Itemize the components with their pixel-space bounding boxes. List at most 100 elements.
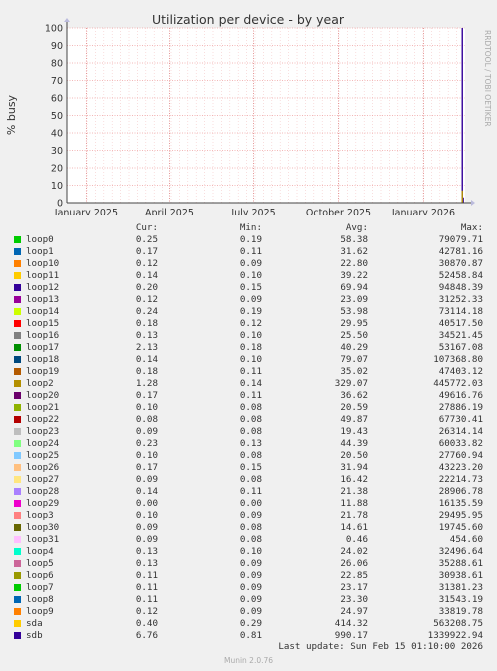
legend-min-value: 0.81 xyxy=(239,630,262,641)
legend-max-value: 79079.71 xyxy=(438,234,483,245)
legend-swatch xyxy=(14,284,21,291)
legend-avg-value: 44.39 xyxy=(340,438,368,449)
legend-avg-value: 24.02 xyxy=(340,546,368,557)
x-tick-label: April 2025 xyxy=(145,208,194,215)
header-max: Max: xyxy=(460,222,483,233)
y-tick-label: 40 xyxy=(51,129,63,140)
legend-cur-value: 0.25 xyxy=(135,234,158,245)
legend-swatch xyxy=(14,572,21,579)
legend-row: loop10 0.12 0.09 22.80 30870.87 xyxy=(0,258,497,270)
legend-max-value: 563208.75 xyxy=(433,618,483,629)
legend-series-name: loop5 xyxy=(26,558,54,569)
legend-max-value: 107368.80 xyxy=(433,354,483,365)
legend-min-value: 0.11 xyxy=(239,366,262,377)
legend-row: loop26 0.17 0.15 31.94 43223.20 xyxy=(0,462,497,474)
legend-min-value: 0.09 xyxy=(239,558,262,569)
legend-swatch xyxy=(14,500,21,507)
legend-min-value: 0.09 xyxy=(239,606,262,617)
header-min: Min: xyxy=(239,222,262,233)
legend-cur-value: 0.12 xyxy=(135,258,158,269)
legend-series-name: loop28 xyxy=(26,486,60,497)
legend-min-value: 0.14 xyxy=(239,378,262,389)
legend-cur-value: 0.09 xyxy=(135,474,158,485)
legend-row: loop25 0.10 0.08 20.50 27760.94 xyxy=(0,450,497,462)
legend-cur-value: 0.17 xyxy=(135,390,158,401)
legend-min-value: 0.15 xyxy=(239,462,262,473)
legend-min-value: 0.08 xyxy=(239,426,262,437)
legend-cur-value: 0.11 xyxy=(135,570,158,581)
legend-max-value: 29495.95 xyxy=(438,510,483,521)
legend-swatch xyxy=(14,452,21,459)
legend-series-name: loop17 xyxy=(26,342,60,353)
legend-row: loop2 1.28 0.14 329.07 445772.03 xyxy=(0,378,497,390)
legend-row: loop7 0.11 0.09 23.17 31381.23 xyxy=(0,582,497,594)
legend-series-name: loop18 xyxy=(26,354,60,365)
legend-avg-value: 58.38 xyxy=(340,234,368,245)
legend-cur-value: 0.11 xyxy=(135,594,158,605)
x-axis-arrow xyxy=(471,200,475,206)
legend-max-value: 19745.60 xyxy=(438,522,483,533)
legend-row: loop14 0.24 0.19 53.98 73114.18 xyxy=(0,306,497,318)
legend-swatch xyxy=(14,608,21,615)
legend-avg-value: 35.02 xyxy=(340,366,368,377)
legend-series-name: loop23 xyxy=(26,426,60,437)
legend-cur-value: 0.10 xyxy=(135,450,158,461)
munin-watermark: Munin 2.0.76 xyxy=(223,656,274,665)
legend-avg-value: 20.50 xyxy=(340,450,368,461)
legend-row: loop19 0.18 0.11 35.02 47403.12 xyxy=(0,366,497,378)
legend-series-name: loop19 xyxy=(26,366,60,377)
legend-max-value: 28906.78 xyxy=(438,486,483,497)
last-update: Last update: Sun Feb 15 01:10:00 2026 xyxy=(278,641,483,652)
legend-swatch xyxy=(14,548,21,555)
legend-swatch xyxy=(14,248,21,255)
legend-max-value: 445772.03 xyxy=(433,378,483,389)
legend-max-value: 35288.61 xyxy=(438,558,483,569)
legend-swatch xyxy=(14,392,21,399)
chart-title: Utilization per device - by year xyxy=(152,12,345,27)
legend-series-name: loop0 xyxy=(26,234,54,245)
legend-row: sda 0.40 0.29 414.32 563208.75 xyxy=(0,618,497,630)
y-tick-label: 90 xyxy=(51,41,63,52)
legend-cur-value: 0.08 xyxy=(135,414,158,425)
legend-swatch xyxy=(14,368,21,375)
legend-row: loop28 0.14 0.11 21.38 28906.78 xyxy=(0,486,497,498)
legend-swatch xyxy=(14,596,21,603)
legend-row: loop12 0.20 0.15 69.94 94848.39 xyxy=(0,282,497,294)
legend-avg-value: 22.85 xyxy=(340,570,368,581)
legend-avg-value: 23.30 xyxy=(340,594,368,605)
legend-series-name: loop14 xyxy=(26,306,60,317)
legend-series-name: loop31 xyxy=(26,534,60,545)
legend-cur-value: 0.18 xyxy=(135,366,158,377)
legend-avg-value: 53.98 xyxy=(340,306,368,317)
x-tick-label: January 2026 xyxy=(391,208,455,215)
legend-swatch xyxy=(14,560,21,567)
legend-row: loop5 0.13 0.09 26.06 35288.61 xyxy=(0,558,497,570)
legend-max-value: 60033.82 xyxy=(438,438,483,449)
legend-avg-value: 26.06 xyxy=(340,558,368,569)
legend-series-name: loop1 xyxy=(26,246,54,257)
legend-row: loop15 0.18 0.12 29.95 40517.50 xyxy=(0,318,497,330)
legend-max-value: 42781.16 xyxy=(438,246,483,257)
legend-max-value: 30870.87 xyxy=(438,258,483,269)
legend-series-name: loop20 xyxy=(26,390,60,401)
legend-avg-value: 414.32 xyxy=(334,618,368,629)
legend-row: loop1 0.17 0.11 31.62 42781.16 xyxy=(0,246,497,258)
legend-min-value: 0.10 xyxy=(239,270,262,281)
legend-series-name: loop10 xyxy=(26,258,60,269)
rrdtool-side-label: RRDTOOL / TOBI OETIKER xyxy=(483,30,492,127)
legend-series-name: loop2 xyxy=(26,378,54,389)
legend-row: loop8 0.11 0.09 23.30 31543.19 xyxy=(0,594,497,606)
legend-series-name: loop29 xyxy=(26,498,60,509)
legend-swatch xyxy=(14,308,21,315)
legend-row: loop22 0.08 0.08 49.87 67730.41 xyxy=(0,414,497,426)
legend-cur-value: 0.14 xyxy=(135,270,158,281)
legend-min-value: 0.00 xyxy=(239,498,262,509)
legend-swatch xyxy=(14,332,21,339)
legend-max-value: 31252.33 xyxy=(438,294,483,305)
legend-min-value: 0.08 xyxy=(239,522,262,533)
legend-swatch xyxy=(14,260,21,267)
legend-swatch xyxy=(14,356,21,363)
header-avg: Avg: xyxy=(345,222,368,233)
legend-swatch xyxy=(14,428,21,435)
y-tick-label: 70 xyxy=(51,76,63,87)
